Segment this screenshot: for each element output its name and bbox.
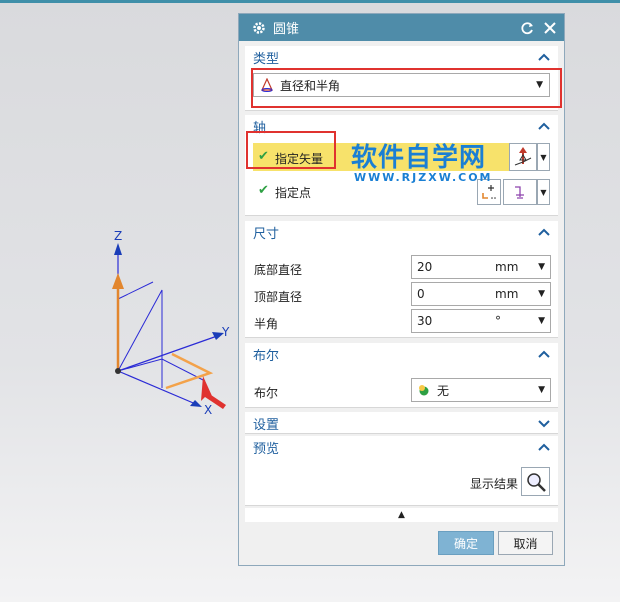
show-result-label: 显示结果 xyxy=(470,477,519,491)
dialog-title: 圆锥 xyxy=(273,22,300,37)
close-icon[interactable] xyxy=(542,20,558,36)
chevron-down-icon[interactable]: ▼ xyxy=(538,289,545,299)
cone-dialog: 圆锥 类型 直径和半角 ▼ 轴 ✔ 指定矢量 ▼ ✔ 指定点 ▼ 软件自学网 W… xyxy=(238,13,565,566)
chevron-up-icon[interactable] xyxy=(538,227,550,237)
chevron-down-icon: ▼ xyxy=(538,385,545,395)
boolean-section-label: 布尔 xyxy=(253,348,280,364)
settings-section: 设置 xyxy=(245,412,558,434)
chevron-up-icon[interactable] xyxy=(538,52,550,62)
gear-icon[interactable] xyxy=(251,20,267,36)
x-axis-label: X xyxy=(204,403,213,417)
boolean-section-header[interactable]: 布尔 xyxy=(245,343,558,365)
reset-icon[interactable] xyxy=(520,20,536,36)
settings-section-header[interactable]: 设置 xyxy=(245,412,558,434)
inferred-point-button[interactable] xyxy=(503,179,537,205)
y-axis-label: Y xyxy=(222,325,230,339)
half-angle-unit: ° xyxy=(495,314,501,328)
bottom-diameter-unit: mm xyxy=(495,260,519,274)
collapse-toggle[interactable]: ▲ xyxy=(245,508,558,522)
top-diameter-label: 顶部直径 xyxy=(254,290,303,304)
highlight-box-vector xyxy=(246,131,336,169)
magnifier-icon xyxy=(526,472,546,492)
watermark-title: 软件自学网 xyxy=(351,143,487,173)
chevron-up-icon[interactable] xyxy=(538,121,550,131)
settings-section-label: 设置 xyxy=(253,417,280,433)
preview-section: 预览 显示结果 xyxy=(245,436,558,506)
dialog-titlebar[interactable]: 圆锥 xyxy=(239,14,564,41)
bottom-diameter-field[interactable]: 20 mm ▼ xyxy=(411,255,551,279)
preview-section-label: 预览 xyxy=(253,441,280,457)
show-result-button[interactable] xyxy=(521,467,550,496)
watermark-url: WWW.RJZXW.COM xyxy=(354,171,493,184)
specify-point-label[interactable]: 指定点 xyxy=(275,184,311,201)
vector-dialog-button[interactable] xyxy=(509,143,537,171)
check-icon: ✔ xyxy=(258,183,269,198)
preview-section-header[interactable]: 预览 xyxy=(245,436,558,458)
chevron-up-icon[interactable] xyxy=(538,349,550,359)
dimensions-section-label: 尺寸 xyxy=(253,226,280,242)
ok-button[interactable]: 确定 xyxy=(438,531,494,555)
half-angle-field[interactable]: 30 ° ▼ xyxy=(411,309,551,333)
boolean-section: 布尔 布尔 无 ▼ xyxy=(245,343,558,408)
half-angle-value: 30 xyxy=(417,314,433,328)
chevron-up-icon[interactable] xyxy=(538,442,550,452)
chevron-down-icon[interactable]: ▼ xyxy=(538,262,545,272)
chevron-down-icon[interactable]: ▼ xyxy=(538,316,545,326)
type-section-header[interactable]: 类型 xyxy=(245,46,558,68)
boolean-dropdown[interactable]: 无 ▼ xyxy=(411,378,551,402)
chevron-down-icon[interactable] xyxy=(538,418,550,428)
top-diameter-value: 0 xyxy=(417,287,425,301)
boolean-value: 无 xyxy=(437,383,450,398)
boolean-none-icon xyxy=(419,385,429,396)
top-diameter-unit: mm xyxy=(495,287,519,301)
vector-dropdown-button[interactable]: ▼ xyxy=(537,143,550,171)
bottom-diameter-value: 20 xyxy=(417,260,433,274)
half-angle-label: 半角 xyxy=(254,317,279,331)
bottom-diameter-label: 底部直径 xyxy=(254,263,303,277)
highlight-box-type xyxy=(251,68,562,108)
z-axis-label: Z xyxy=(114,229,123,243)
point-dropdown-button[interactable]: ▼ xyxy=(537,179,550,205)
vector-icon xyxy=(514,147,532,166)
dimensions-section-header[interactable]: 尺寸 xyxy=(245,221,558,243)
dimensions-section: 尺寸 底部直径 20 mm ▼ 顶部直径 0 mm ▼ 半角 30 ° ▼ xyxy=(245,221,558,338)
inferred-point-icon xyxy=(515,186,524,199)
cancel-button[interactable]: 取消 xyxy=(498,531,553,555)
point-icon xyxy=(482,185,496,199)
top-diameter-field[interactable]: 0 mm ▼ xyxy=(411,282,551,306)
boolean-row-label: 布尔 xyxy=(254,386,279,400)
type-section-label: 类型 xyxy=(253,51,280,67)
